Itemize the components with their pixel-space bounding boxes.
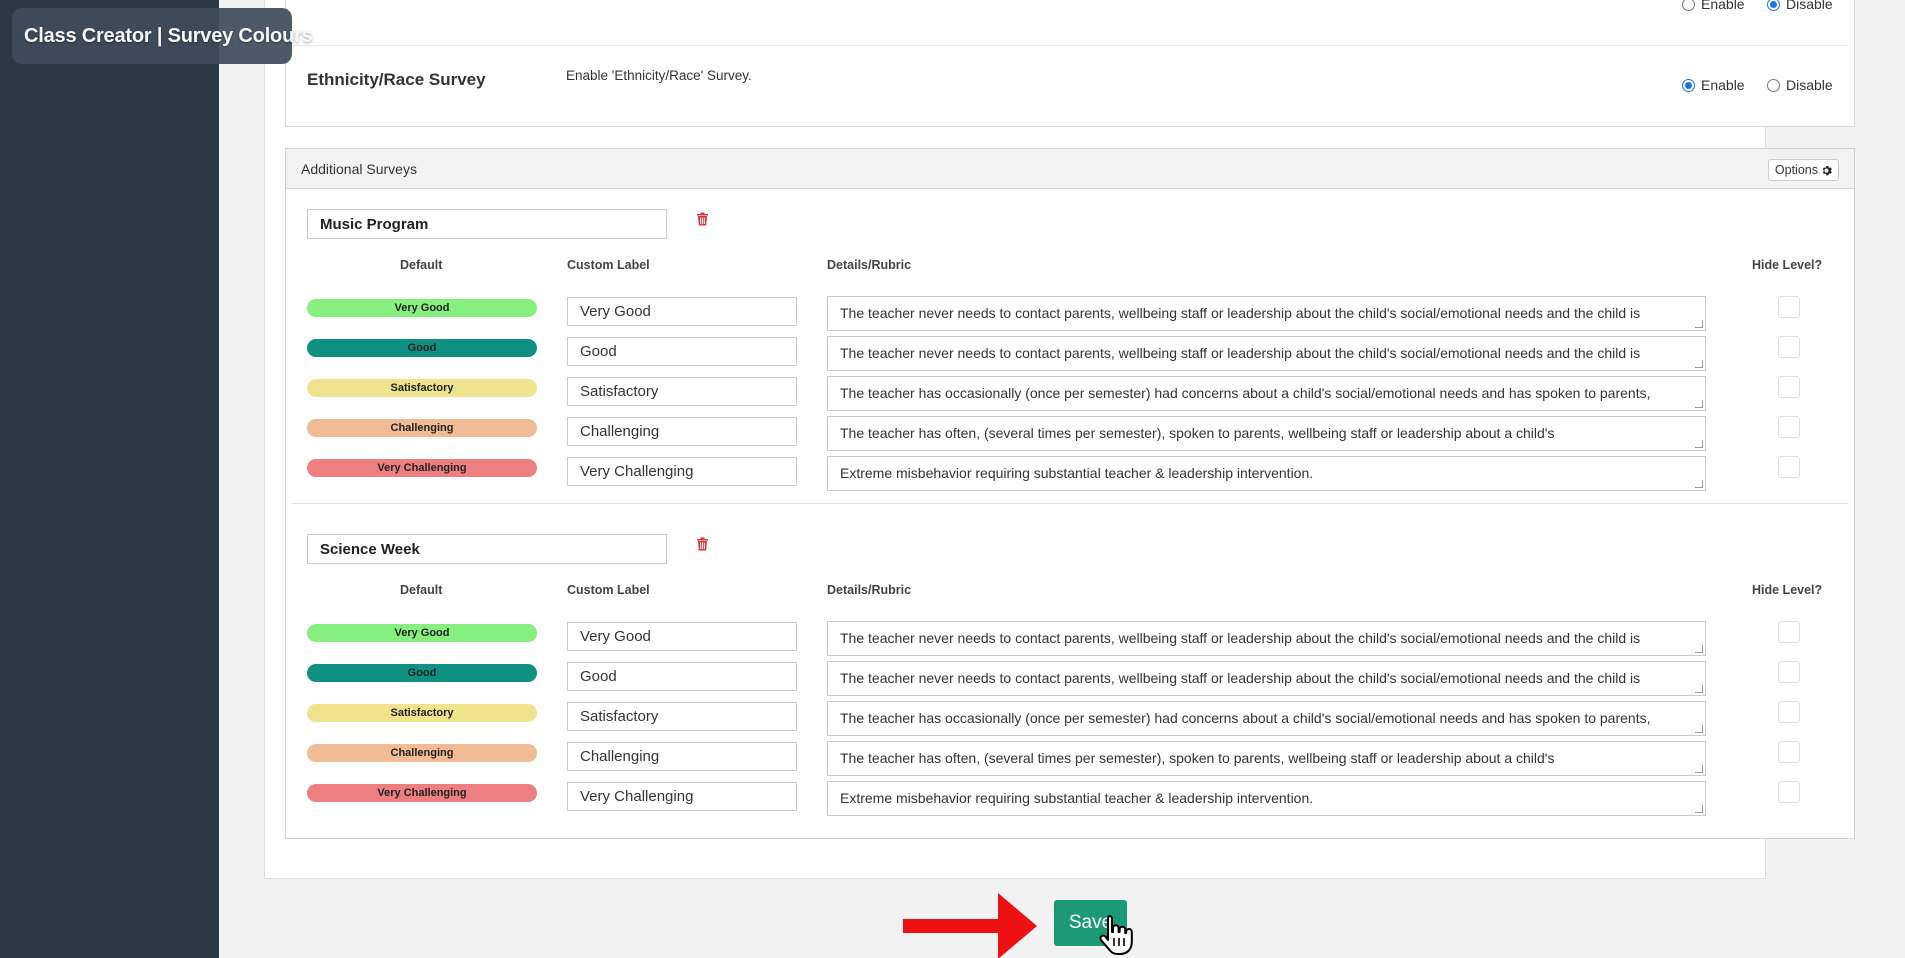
custom-label-input[interactable]: Very Good: [567, 297, 797, 326]
options-label: Options: [1774, 163, 1818, 177]
additional-surveys-panel: Additional Surveys Options Music Program…: [285, 148, 1855, 839]
rubric-textarea[interactable]: The teacher has often, (several times pe…: [827, 741, 1706, 776]
ethnicity-disable-option[interactable]: Disable: [1767, 77, 1833, 93]
hide-level-checkbox[interactable]: [1778, 621, 1800, 643]
rubric-textarea[interactable]: The teacher never needs to contact paren…: [827, 336, 1706, 371]
column-details-rubric: Details/Rubric: [827, 258, 912, 272]
content-gutter: [219, 0, 245, 958]
survey-settings-box: [285, 0, 1855, 127]
level-pill-good: Good: [307, 664, 537, 682]
rubric-textarea[interactable]: Extreme misbehavior requiring substantia…: [827, 781, 1706, 816]
custom-label-input[interactable]: Satisfactory: [567, 702, 797, 731]
column-default: Default: [400, 258, 443, 272]
rubric-textarea[interactable]: The teacher has occasionally (once per s…: [827, 376, 1706, 411]
ethnicity-survey-description: Enable 'Ethnicity/Race' Survey.: [566, 68, 752, 83]
survey-name-input[interactable]: Science Week: [307, 534, 667, 564]
custom-label-input[interactable]: Satisfactory: [567, 377, 797, 406]
hide-level-checkbox[interactable]: [1778, 781, 1800, 803]
ethnicity-disable-radio[interactable]: [1767, 78, 1780, 92]
hide-level-checkbox[interactable]: [1778, 336, 1800, 358]
rubric-textarea[interactable]: Extreme misbehavior requiring substantia…: [827, 456, 1706, 491]
rubric-textarea[interactable]: The teacher never needs to contact paren…: [827, 661, 1706, 696]
app-title-badge: Class Creator | Survey Colours: [12, 8, 313, 64]
settings-divider: [285, 45, 1848, 46]
hand-cursor-icon: [1099, 915, 1133, 955]
ethnicity-enable-radio[interactable]: [1682, 78, 1695, 92]
level-pill-challenging: Challenging: [307, 419, 537, 437]
top-survey-enable-label: Enable: [1701, 0, 1745, 12]
ethnicity-disable-label: Disable: [1786, 77, 1833, 93]
hide-level-checkbox[interactable]: [1778, 416, 1800, 438]
custom-label-input[interactable]: Very Challenging: [567, 782, 797, 811]
level-pill-satisfactory: Satisfactory: [307, 379, 537, 397]
custom-label-input[interactable]: Very Good: [567, 622, 797, 651]
top-survey-enable-option[interactable]: Enable: [1682, 0, 1745, 12]
rubric-textarea[interactable]: The teacher has often, (several times pe…: [827, 416, 1706, 451]
app-title: Class Creator | Survey Colours: [24, 24, 313, 47]
column-details-rubric: Details/Rubric: [827, 583, 912, 597]
additional-surveys-title: Additional Surveys: [301, 161, 417, 177]
additional-surveys-header: Additional Surveys Options: [286, 149, 1854, 189]
delete-survey-icon[interactable]: [696, 537, 709, 551]
hide-level-checkbox[interactable]: [1778, 456, 1800, 478]
column-custom-label: Custom Label: [567, 583, 650, 597]
top-survey-disable-option[interactable]: Disable: [1767, 0, 1833, 12]
rubric-textarea[interactable]: The teacher never needs to contact paren…: [827, 296, 1706, 331]
custom-label-input[interactable]: Very Challenging: [567, 457, 797, 486]
rubric-textarea[interactable]: The teacher has occasionally (once per s…: [827, 701, 1706, 736]
column-default: Default: [400, 583, 443, 597]
red-arrow-icon: [903, 893, 1037, 958]
level-pill-very-challenging: Very Challenging: [307, 459, 537, 477]
custom-label-input[interactable]: Challenging: [567, 742, 797, 771]
hide-level-checkbox[interactable]: [1778, 701, 1800, 723]
sidebar: [0, 0, 219, 958]
column-hide-level: Hide Level?: [1752, 258, 1823, 272]
level-pill-satisfactory: Satisfactory: [307, 704, 537, 722]
level-pill-very-good: Very Good: [307, 624, 537, 642]
top-survey-enable-radio[interactable]: [1682, 0, 1695, 11]
level-pill-very-good: Very Good: [307, 299, 537, 317]
ethnicity-enable-label: Enable: [1701, 77, 1745, 93]
rubric-textarea[interactable]: The teacher never needs to contact paren…: [827, 621, 1706, 656]
hide-level-checkbox[interactable]: [1778, 376, 1800, 398]
delete-survey-icon[interactable]: [696, 212, 709, 226]
hide-level-checkbox[interactable]: [1778, 296, 1800, 318]
level-pill-challenging: Challenging: [307, 744, 537, 762]
hide-level-checkbox[interactable]: [1778, 661, 1800, 683]
ethnicity-enable-option[interactable]: Enable: [1682, 77, 1745, 93]
top-survey-disable-label: Disable: [1786, 0, 1833, 12]
custom-label-input[interactable]: Challenging: [567, 417, 797, 446]
custom-label-input[interactable]: Good: [567, 662, 797, 691]
gear-icon: [1822, 165, 1832, 175]
ethnicity-survey-title: Ethnicity/Race Survey: [307, 70, 486, 89]
custom-label-input[interactable]: Good: [567, 337, 797, 366]
survey-name-input[interactable]: Music Program: [307, 209, 667, 239]
level-pill-very-challenging: Very Challenging: [307, 784, 537, 802]
options-button[interactable]: Options: [1767, 159, 1839, 181]
hide-level-checkbox[interactable]: [1778, 741, 1800, 763]
column-custom-label: Custom Label: [567, 258, 650, 272]
column-hide-level: Hide Level?: [1752, 583, 1823, 597]
top-survey-disable-radio[interactable]: [1767, 0, 1780, 11]
level-pill-good: Good: [307, 339, 537, 357]
survey-divider: [292, 503, 1848, 504]
